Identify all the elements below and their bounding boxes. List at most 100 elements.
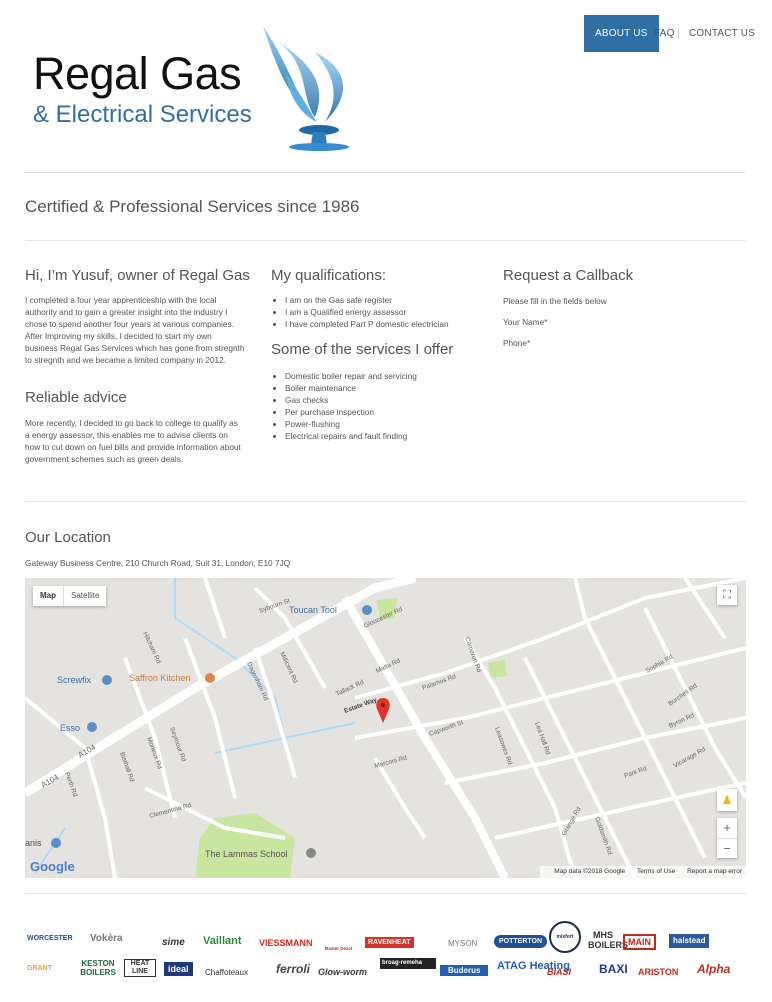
zoom-in-button[interactable]: + (717, 818, 737, 839)
nav-faq[interactable]: FAQ (654, 15, 675, 52)
map-type-satellite-button[interactable]: Satellite (63, 586, 106, 606)
advice-text: More recently, I decided to go back to c… (25, 418, 241, 465)
road-label-hitcham: Hitcham Rd (141, 631, 162, 665)
brand-worcester: WORCESTER (27, 935, 73, 942)
poi-esso: Esso (60, 723, 80, 733)
map-attribution: Map data ©2018 Google Terms of Use Repor… (540, 866, 746, 878)
brand-ferroli: ferroli (276, 962, 311, 976)
services-heading: Some of the services I offer (271, 341, 454, 358)
divider (25, 893, 746, 894)
map-data-text: Map data ©2018 Google (554, 868, 626, 875)
brand-ariston: ARISTON (638, 967, 679, 977)
brand-ideal: ideal (164, 962, 193, 976)
map-type-map-button[interactable]: Map (33, 586, 63, 606)
list-item: Power-flushing (285, 418, 505, 430)
poi-screwfix: Screwfix (57, 675, 92, 685)
brand-vokera: Vokèra (90, 933, 123, 944)
poi-saffron: Saffron Kitchen (129, 673, 190, 683)
brand-ravenheat: RAVENHEAT (365, 937, 414, 948)
brand-mhs: MHS BOILERS (588, 930, 629, 950)
google-map[interactable]: Tallack Rd Estate Way Palamos Rd Capwort… (25, 578, 746, 878)
brand-sime: sime (162, 937, 185, 948)
list-item: Per purchase inspection (285, 406, 505, 418)
location-heading: Our Location (25, 529, 111, 546)
list-item: I am on the Gas safe register (285, 294, 505, 306)
fullscreen-button[interactable]: ⛶ (717, 585, 737, 605)
brand-heatline: HEAT LINE (124, 959, 156, 977)
tagline: Certified & Professional Services since … (25, 197, 360, 216)
road-label-marconi: Marconi Rd (374, 754, 408, 769)
brand-myson: MYSON (448, 939, 478, 948)
brand-vaillant: Vaillant (203, 935, 242, 947)
divider (25, 240, 746, 241)
intro-heading: Hi, I’m Yusuf, owner of Regal Gas (25, 267, 250, 284)
road-label-sybourn: Sybourn St (258, 597, 291, 615)
advice-heading: Reliable advice (25, 389, 127, 406)
school-icon (306, 848, 316, 858)
poi-anis: anis (25, 838, 42, 848)
brand-broag-remeha: broag-remeha (380, 958, 436, 969)
road-label-lea-hall: Lea Hall Rd (533, 721, 551, 756)
road-label-bisthall: Bisthall Rd (118, 751, 135, 783)
qualifications-list: I am on the Gas safe register I am a Qua… (272, 294, 505, 330)
nav-divider (678, 28, 679, 39)
brand-chaffoteaux: Chaffoteaux (205, 968, 248, 977)
road-label-park: Park Rd (623, 765, 648, 780)
place-icon (51, 838, 61, 848)
road-label-vicarage: Vicarage Rd (673, 746, 708, 770)
google-logo[interactable]: Google (30, 859, 75, 874)
map-type-control: Map Satellite (33, 586, 107, 606)
road-label-seymour: Seymour Rd (168, 726, 187, 763)
list-item: I have completed Part P domestic electri… (285, 318, 505, 330)
brand-main: MAIN (623, 934, 656, 950)
road-label-leasowes: Leasowes Rd (493, 726, 513, 766)
nav-about-us[interactable]: ABOUT US (584, 15, 659, 52)
zoom-out-button[interactable]: − (717, 839, 737, 859)
name-field-label[interactable]: Your Name* (503, 316, 547, 328)
brand-glowworm: Glow-worm (318, 967, 367, 977)
flame-logo-icon (263, 26, 349, 151)
phone-field-label[interactable]: Phone* (503, 337, 530, 349)
services-list: Domestic boiler repair and servicing Boi… (272, 370, 505, 443)
list-item: Domestic boiler repair and servicing (285, 370, 505, 382)
brand-baxter: Baxter Dezal (325, 946, 353, 951)
brand-baxi: BAXI (599, 962, 628, 976)
shop-icon (362, 605, 372, 615)
brand-keston: KESTON BOILERS (80, 959, 116, 977)
zoom-control: + − (717, 818, 737, 858)
road-label-cameron: Cameron Rd (463, 636, 482, 673)
divider (25, 172, 746, 173)
report-error-link[interactable]: Report a map error (687, 868, 742, 875)
road-label-estate: Estate Way (343, 696, 378, 714)
divider (25, 501, 746, 502)
logo-subtitle: & Electrical Services (33, 101, 252, 128)
brand-potterton: POTTERTON (494, 935, 548, 948)
brand-grant: GRANT (27, 965, 52, 972)
brand-buderus: Buderus (440, 965, 489, 976)
map-canvas[interactable]: Tallack Rd Estate Way Palamos Rd Capwort… (25, 578, 746, 878)
location-address: Gateway Business Centre, 210 Church Road… (25, 558, 291, 568)
callback-heading: Request a Callback (503, 267, 634, 284)
restaurant-icon (205, 673, 215, 683)
intro-text: I completed a four year apprenticeship w… (25, 295, 245, 366)
road-label-goldsmith: Goldsmith Rd (593, 816, 613, 856)
brand-halstead: halstead (669, 934, 710, 948)
list-item: I am a Qualified energy assessor (285, 306, 505, 318)
fullscreen-icon: ⛶ (723, 589, 731, 601)
terms-link[interactable]: Terms of Use (637, 868, 675, 875)
location-pin-icon (376, 698, 390, 723)
list-item: Electrical repairs and fault finding (285, 430, 505, 442)
road-label-millicent: Millicent Rd (278, 651, 299, 685)
logo-title[interactable]: Regal Gas (33, 48, 242, 100)
brand-mixfort: mixfort (549, 921, 581, 953)
brand-biasi: BIASI (547, 967, 572, 977)
pegman-icon: ♟ (721, 793, 733, 807)
street-view-button[interactable]: ♟ (717, 789, 737, 811)
callback-note: Please fill in the fields below (503, 296, 607, 306)
fuel-icon (87, 722, 97, 732)
poi-lammas: The Lammas School (205, 849, 288, 859)
poi-toucan: Toucan Tool (289, 605, 337, 615)
brand-viessmann: VIESSMANN (259, 938, 313, 948)
list-item: Gas checks (285, 394, 505, 406)
nav-contact-us[interactable]: CONTACT US (689, 15, 755, 52)
